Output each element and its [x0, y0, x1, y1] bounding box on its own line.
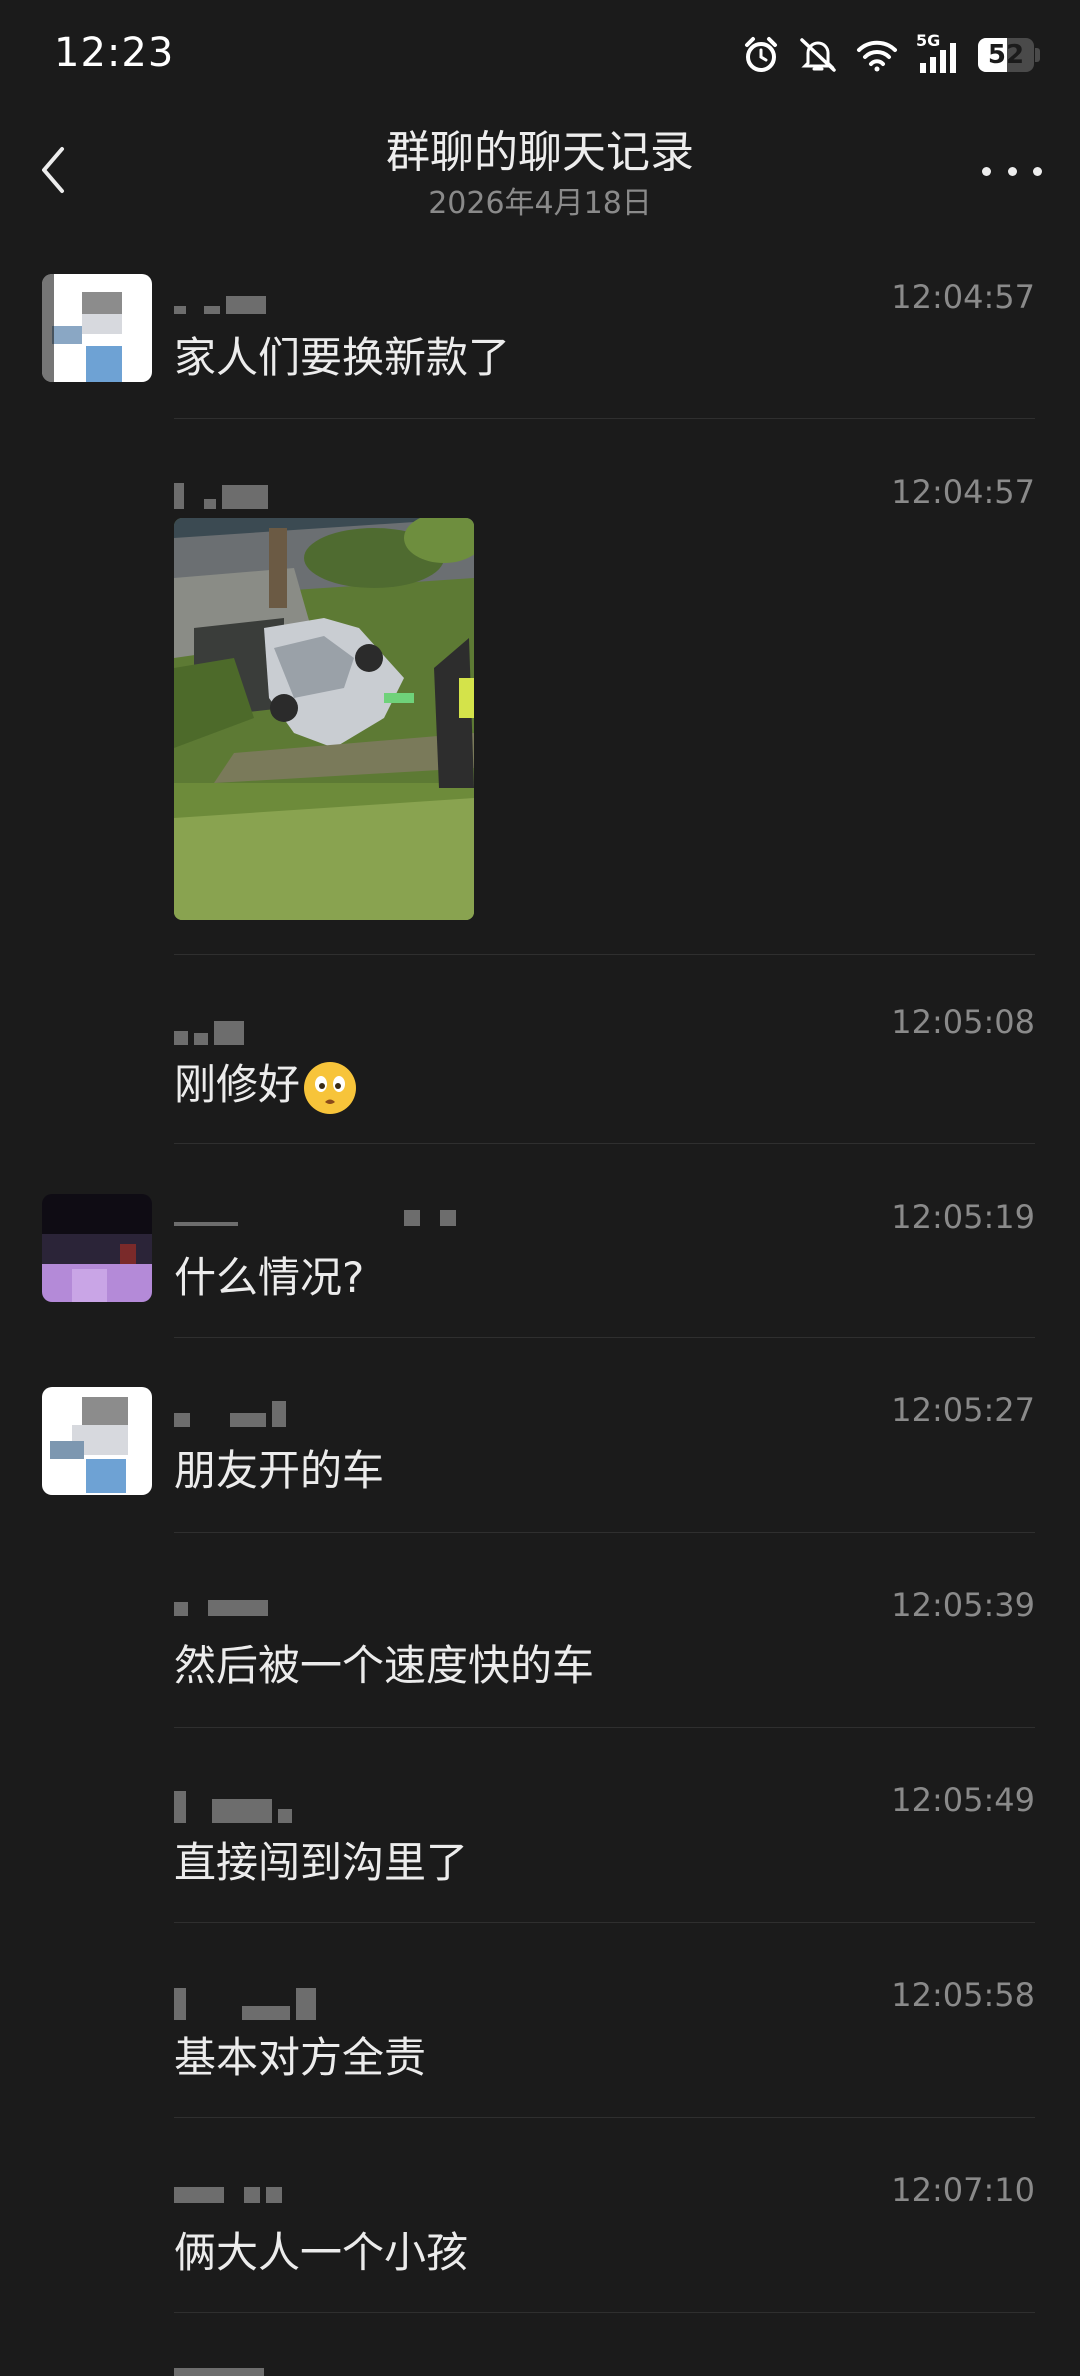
signal-icon: 5G: [916, 31, 960, 73]
message-time: 12:04:57: [891, 473, 1035, 511]
message-text: 什么情况?: [174, 1253, 365, 1302]
message-row[interactable]: 12:04:57: [0, 465, 1080, 955]
sender-name-redacted: [174, 2368, 264, 2376]
message-text: 基本对方全责: [174, 2033, 427, 2082]
car-accident-photo: [174, 518, 474, 920]
message-row[interactable]: 12:05:49 直接闯到沟里了: [0, 1773, 1080, 1923]
sender-name-redacted: [174, 1791, 292, 1823]
message-text: 俩大人一个小孩: [174, 2228, 469, 2277]
divider: [174, 1922, 1035, 1923]
message-time: 12:05:58: [891, 1976, 1035, 2014]
message-time: 12:04:57: [891, 278, 1035, 316]
avatar[interactable]: [42, 274, 152, 382]
divider: [174, 418, 1035, 419]
divider: [174, 2312, 1035, 2313]
message-text: 家人们要换新款了: [174, 333, 511, 382]
message-photo[interactable]: [174, 518, 474, 920]
chat-header: 群聊的聊天记录 2026年4月18日: [0, 110, 1080, 230]
battery-icon: 52: [978, 38, 1040, 72]
sender-name-redacted: [174, 292, 266, 314]
status-icons: 5G 52: [742, 31, 1040, 74]
message-time: 12:05:39: [891, 1586, 1035, 1624]
message-row[interactable]: 12:05:27 朋友开的车: [0, 1383, 1080, 1533]
message-time: 12:05:08: [891, 1003, 1035, 1041]
more-button[interactable]: [982, 146, 1042, 196]
divider: [174, 954, 1035, 955]
sender-name-redacted: [174, 2185, 282, 2203]
sender-name-redacted: [174, 1596, 268, 1616]
message-row[interactable]: 12:07:10 俩大人一个小孩: [0, 2163, 1080, 2313]
message-time: 12:05:27: [891, 1391, 1035, 1429]
message-time: 12:05:49: [891, 1781, 1035, 1819]
sender-name-redacted: [174, 1206, 456, 1226]
shocked-emoji-icon: [304, 1061, 357, 1114]
avatar[interactable]: [42, 1387, 152, 1495]
divider: [174, 1143, 1035, 1144]
wifi-icon: [857, 40, 897, 72]
message-time: 12:05:19: [891, 1198, 1035, 1236]
divider: [174, 2117, 1035, 2118]
sender-name-redacted: [174, 483, 268, 509]
message-text: 朋友开的车: [174, 1446, 385, 1495]
message-text: 刚修好: [174, 1051, 358, 1116]
mute-icon: [800, 38, 836, 72]
sender-name-redacted: [174, 1401, 286, 1427]
message-text: 直接闯到沟里了: [174, 1838, 469, 1887]
message-row-partial[interactable]: [0, 2358, 1080, 2376]
message-text: 然后被一个速度快的车: [174, 1641, 595, 1690]
sender-name-redacted: [174, 1986, 316, 2020]
page-title: 群聊的聊天记录: [386, 127, 694, 178]
status-time: 12:23: [54, 30, 175, 76]
page-subtitle-date: 2026年4月18日: [428, 186, 652, 221]
alarm-icon: [745, 37, 777, 72]
message-row[interactable]: 12:04:57 家人们要换新款了: [0, 270, 1080, 420]
divider: [174, 1532, 1035, 1533]
more-icon: [982, 166, 991, 176]
message-time: 12:07:10: [891, 2171, 1035, 2209]
sender-name-redacted: [174, 1015, 244, 1045]
divider: [174, 1337, 1035, 1338]
message-row[interactable]: 12:05:39 然后被一个速度快的车: [0, 1578, 1080, 1728]
battery-level: 52: [987, 40, 1025, 70]
divider: [174, 1727, 1035, 1728]
status-bar: 12:23 5G 52: [0, 0, 1080, 110]
message-row[interactable]: 12:05:19 什么情况?: [0, 1188, 1080, 1338]
message-text-content: 刚修好: [174, 1060, 301, 1109]
message-row[interactable]: 12:05:58 基本对方全责: [0, 1968, 1080, 2118]
message-row[interactable]: 12:05:08 刚修好: [0, 995, 1080, 1145]
avatar[interactable]: [42, 1194, 152, 1302]
